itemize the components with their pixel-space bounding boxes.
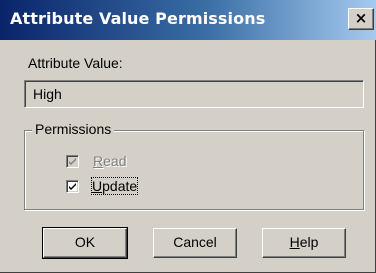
help-button[interactable]: Help [262, 228, 346, 258]
checkmark-icon [69, 183, 76, 190]
permissions-legend: Permissions [32, 121, 115, 137]
ok-button[interactable]: OK [42, 227, 128, 259]
window-title: Attribute Value Permissions [10, 9, 266, 28]
read-checkbox[interactable] [66, 155, 79, 168]
permissions-groupbox [24, 130, 364, 210]
close-icon[interactable]: × [348, 8, 374, 30]
attribute-value-label: Attribute Value: [28, 55, 123, 71]
update-mnemonic: U [92, 178, 103, 194]
read-label-rest: ead [103, 153, 127, 169]
attribute-value-field: High [24, 80, 364, 108]
update-checkbox[interactable] [66, 180, 79, 193]
read-label[interactable]: Read [93, 153, 126, 169]
update-label-rest: pdate [102, 178, 138, 194]
help-label-rest: elp [299, 234, 319, 250]
attribute-value-text: High [33, 86, 62, 102]
attribute-value-permissions-dialog: Attribute Value Permissions × Attribute … [0, 0, 376, 273]
cancel-button[interactable]: Cancel [153, 228, 237, 258]
checkmark-icon [69, 158, 76, 165]
update-label[interactable]: Update [90, 177, 139, 195]
help-mnemonic: H [289, 234, 300, 250]
read-mnemonic: R [93, 153, 104, 169]
title-bar[interactable]: Attribute Value Permissions × [0, 0, 376, 40]
